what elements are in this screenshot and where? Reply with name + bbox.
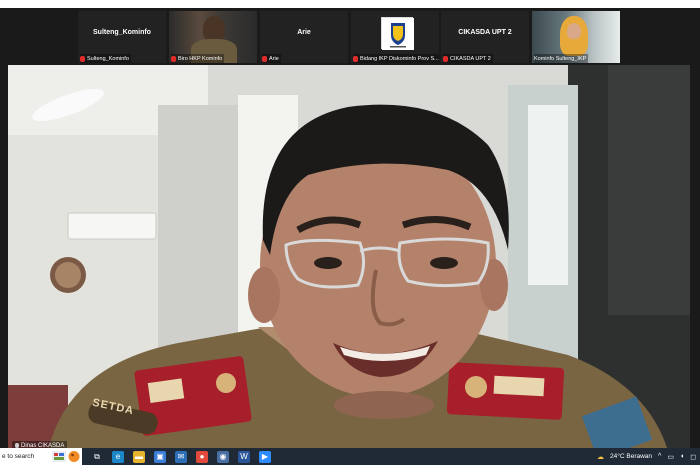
participant-label: Kominfo Sulteng_IKP <box>534 54 589 63</box>
zoom-icon[interactable]: ▶ <box>259 450 271 463</box>
people-icon[interactable]: ◉ <box>217 450 229 463</box>
participant-name: Arie <box>297 29 311 36</box>
network-icon[interactable]: ▭ <box>667 453 674 461</box>
word-icon[interactable]: W <box>238 450 250 463</box>
taskbar: e to search ⧉ e ▬ ▣ ✉ ● ◉ W ▶ ☁ 24°C Berawan ^ ▭… <box>0 448 700 465</box>
participant-tile-bidang-ikp[interactable]: Bidang IKP Diskominfo Prov S... <box>351 11 439 63</box>
chrome-icon[interactable]: ● <box>196 450 208 463</box>
taskbar-search-box[interactable]: e to search <box>0 448 82 465</box>
search-highlight-icon <box>52 451 80 462</box>
screen: Sulteng_Kominfo Sulteng_Kominfo Biro HKP… <box>0 0 700 465</box>
participant-label-text: Sulteng_Kominfo <box>87 55 129 62</box>
mic-muted-icon <box>353 55 358 62</box>
speaker-icon[interactable]: ◖ <box>680 453 684 460</box>
search-placeholder: e to search <box>2 453 35 460</box>
edge-icon[interactable]: e <box>112 450 124 463</box>
participant-tile-sulteng-kominfo[interactable]: Sulteng_Kominfo Sulteng_Kominfo <box>78 11 166 63</box>
tray-chevron-icon[interactable]: ^ <box>658 453 661 460</box>
store-icon[interactable]: ▣ <box>154 450 166 463</box>
participant-label-text: Bidang IKP Diskominfo Prov S... <box>360 55 439 62</box>
mic-muted-icon <box>262 55 267 62</box>
weather-text[interactable]: 24°C Berawan <box>610 453 652 460</box>
mic-muted-icon <box>171 55 176 62</box>
participant-label: Sulteng_Kominfo <box>80 54 131 63</box>
participant-tile-biro-hkp[interactable]: Biro HKP Kominfo <box>169 11 257 63</box>
meeting-window: Sulteng_Kominfo Sulteng_Kominfo Biro HKP… <box>0 8 700 451</box>
task-view-icon[interactable]: ⧉ <box>91 450 103 463</box>
participant-label: CIKASDA UPT 2 <box>443 54 493 63</box>
participant-tile-arie[interactable]: Arie Arie <box>260 11 348 63</box>
speaker-video-frame <box>8 65 690 451</box>
shield-logo-icon <box>382 18 414 50</box>
participant-name: CIKASDA UPT 2 <box>458 29 512 36</box>
weather-icon: ☁ <box>597 453 605 461</box>
participant-tile-cikasda-upt2[interactable]: CIKASDA UPT 2 CIKASDA UPT 2 <box>441 11 529 63</box>
participant-tile-kominfo-sulteng-ikp[interactable]: Kominfo Sulteng_IKP <box>532 11 620 63</box>
system-tray: ☁ 24°C Berawan ^ ▭ ◖ ◻ <box>597 448 700 465</box>
active-speaker-video[interactable]: SETDA Dinas CIKASDA <box>8 65 690 451</box>
notification-icon[interactable]: ◻ <box>690 453 696 461</box>
diskominfo-logo <box>381 17 414 50</box>
participant-label-text: Arie <box>269 55 279 62</box>
participant-label: Bidang IKP Diskominfo Prov S... <box>353 54 439 63</box>
participant-strip: Sulteng_Kominfo Sulteng_Kominfo Biro HKP… <box>0 8 700 65</box>
participant-label: Biro HKP Kominfo <box>171 54 225 63</box>
participant-label-text: Biro HKP Kominfo <box>178 55 223 62</box>
mic-muted-icon <box>443 55 448 62</box>
participant-name: Sulteng_Kominfo <box>93 29 151 36</box>
participant-label: Arie <box>262 54 281 63</box>
taskbar-apps: ⧉ e ▬ ▣ ✉ ● ◉ W ▶ <box>82 450 271 463</box>
mail-icon[interactable]: ✉ <box>175 450 187 463</box>
participant-video-face <box>567 23 581 39</box>
participant-label-text: CIKASDA UPT 2 <box>450 55 491 62</box>
participant-label-text: Kominfo Sulteng_IKP <box>534 55 587 62</box>
mic-muted-icon <box>80 55 85 62</box>
file-explorer-icon[interactable]: ▬ <box>133 450 145 463</box>
